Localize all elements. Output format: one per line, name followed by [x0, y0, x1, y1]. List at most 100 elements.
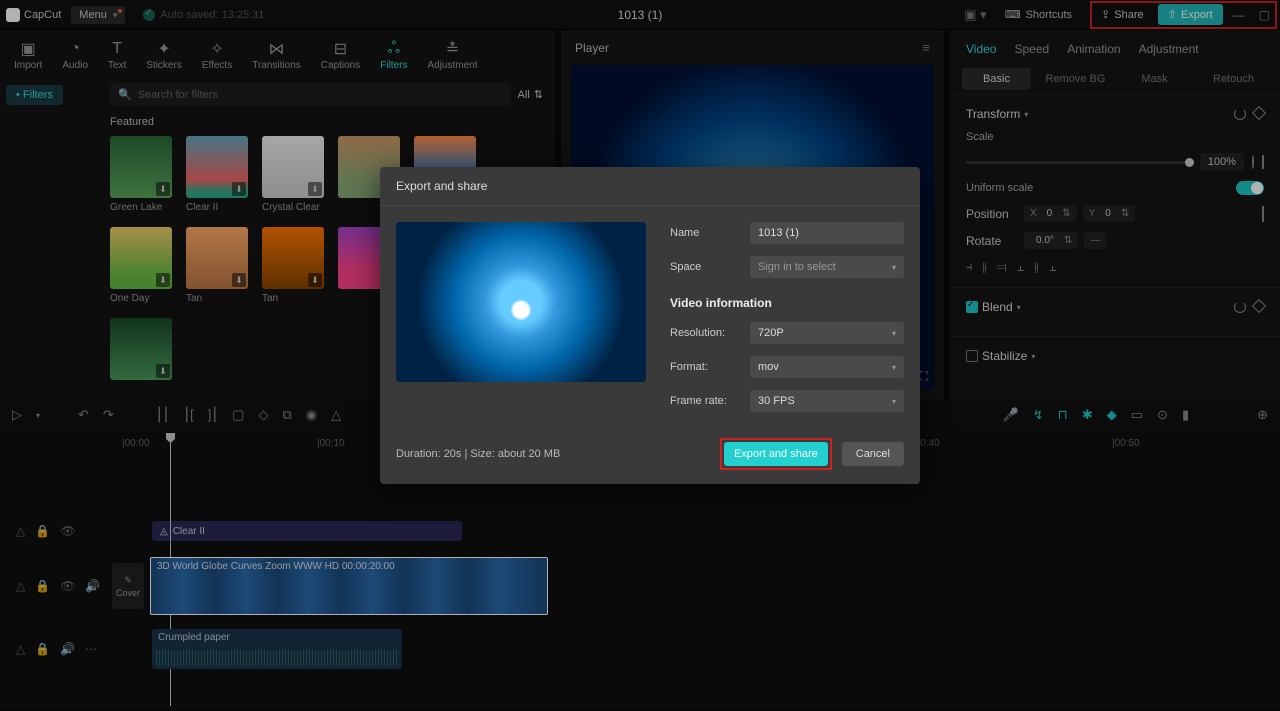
redo-icon[interactable]: ↷ [103, 407, 114, 423]
align-left-icon[interactable]: ⫞ [966, 259, 973, 275]
align-top-icon[interactable]: ⫠ [1017, 259, 1025, 275]
framerate-select[interactable]: 30 FPS▾ [750, 390, 904, 412]
mic-icon[interactable]: 🎤 [1003, 407, 1019, 423]
lock-icon[interactable]: 🔒 [35, 642, 50, 656]
export-button[interactable]: ⇧ Export [1158, 4, 1223, 25]
pointer-tool-icon[interactable]: ▷ [12, 407, 22, 423]
uniform-scale-toggle[interactable] [1236, 181, 1264, 195]
download-icon[interactable]: ⬇ [308, 182, 322, 196]
player-menu-icon[interactable]: ≡ [922, 40, 930, 55]
filter-thumb[interactable]: ⬇Clear II [186, 136, 248, 213]
subtab-removebg[interactable]: Remove BG [1041, 68, 1110, 90]
download-icon[interactable]: ⬇ [232, 273, 246, 287]
scale-slider[interactable] [966, 161, 1190, 164]
undo-icon[interactable]: ↶ [78, 407, 89, 423]
position-x-input[interactable]: X0⇅ [1024, 205, 1077, 222]
mask-icon[interactable]: ◇ [258, 407, 268, 423]
space-select[interactable]: Sign in to select▾ [750, 256, 904, 278]
magnet-icon[interactable]: ⊓ [1058, 407, 1068, 423]
tab-import[interactable]: ▣Import [4, 36, 52, 75]
link-icon[interactable]: ↯ [1033, 407, 1044, 423]
cancel-button[interactable]: Cancel [842, 442, 904, 466]
menu-button[interactable]: Menu [71, 6, 125, 24]
subtab-retouch[interactable]: Retouch [1199, 68, 1268, 90]
lock-icon[interactable]: 🔒 [35, 579, 50, 593]
tab-effects[interactable]: ✧Effects [192, 36, 242, 75]
settings-icon[interactable]: ⊙ [1157, 407, 1168, 423]
all-dropdown[interactable]: All ⇅ [518, 88, 543, 101]
reset-icon[interactable] [1252, 155, 1254, 169]
filter-thumb[interactable]: ⬇Green Lake [110, 136, 172, 213]
download-icon[interactable]: ⬇ [156, 273, 170, 287]
tab-captions[interactable]: ⊟Captions [311, 36, 370, 75]
filter-thumb[interactable]: ⬇One Day [110, 227, 172, 304]
tab-filters[interactable]: ஃFilters [370, 36, 417, 75]
mute-icon[interactable]: △ [16, 579, 25, 593]
align-right-icon[interactable]: ⫤ [997, 259, 1007, 275]
keyframe-icon[interactable] [1262, 155, 1264, 169]
volume-icon[interactable]: 🔊 [60, 642, 75, 656]
tab-adjustment[interactable]: ≛Adjustment [417, 36, 487, 75]
tab-video[interactable]: Video [966, 42, 996, 56]
maximize-icon[interactable]: ▢ [1255, 8, 1274, 22]
tab-stickers[interactable]: ✦Stickers [136, 36, 192, 75]
subtab-basic[interactable]: Basic [962, 68, 1031, 90]
name-input[interactable]: 1013 (1) [750, 222, 904, 244]
expand-icon[interactable]: ⛶ [920, 369, 928, 384]
scale-value[interactable]: 100% [1200, 153, 1244, 171]
crop-icon[interactable]: ▢ [232, 407, 244, 423]
keyframe-icon[interactable] [1262, 206, 1264, 222]
format-select[interactable]: mov▾ [750, 356, 904, 378]
collapse-icon[interactable]: ▮ [1182, 407, 1189, 423]
record-icon[interactable]: ◉ [306, 407, 317, 423]
share-button[interactable]: ⇪ Share [1093, 5, 1152, 24]
aspect-ratio-icon[interactable]: ▣ ▾ [964, 7, 986, 23]
track-icon[interactable]: ▭ [1131, 407, 1143, 423]
rotate-reset[interactable]: — [1084, 232, 1106, 249]
reset-icon[interactable] [1234, 301, 1246, 313]
cover-button[interactable]: ✎Cover [112, 563, 144, 609]
trim-left-icon[interactable]: ⎮[ [183, 407, 193, 423]
snap-icon[interactable]: ✱ [1082, 407, 1093, 423]
resolution-select[interactable]: 720P▾ [750, 322, 904, 344]
checkbox-icon[interactable] [966, 350, 978, 362]
filter-thumb[interactable]: ⬇ [110, 318, 172, 384]
keyframe-icon[interactable] [1252, 299, 1266, 313]
split-icon[interactable]: ⎮⎮ [156, 407, 170, 423]
more-icon[interactable]: ⋯ [85, 642, 97, 656]
tab-audio[interactable]: ◔Audio [52, 36, 98, 75]
warning-icon[interactable]: △ [331, 407, 341, 423]
tab-animation[interactable]: Animation [1067, 42, 1120, 56]
align-center-v-icon[interactable]: ⫲ [1034, 259, 1038, 275]
checkbox-icon[interactable] [966, 301, 978, 313]
minimize-icon[interactable]: — [1229, 8, 1249, 22]
position-y-input[interactable]: Y0⇅ [1083, 205, 1136, 222]
rotate-input[interactable]: 0.0°⇅ [1024, 232, 1078, 249]
tool-dropdown-icon[interactable]: ▾ [36, 411, 40, 420]
download-icon[interactable]: ⬇ [156, 182, 170, 196]
mute-icon[interactable]: △ [16, 642, 25, 656]
download-icon[interactable]: ⬇ [156, 364, 170, 378]
visible-icon[interactable]: 👁 [60, 579, 75, 593]
zoom-fit-icon[interactable]: ⊕ [1257, 407, 1268, 423]
tab-speed[interactable]: Speed [1014, 42, 1049, 56]
filter-thumb[interactable]: ⬇Tan [262, 227, 324, 304]
preview-icon[interactable]: ◆ [1107, 407, 1117, 423]
subtab-mask[interactable]: Mask [1120, 68, 1189, 90]
sidebar-item-filters[interactable]: • Filters [6, 85, 63, 105]
clip-audio[interactable]: Crumpled paper [152, 629, 402, 669]
filter-thumb[interactable]: ⬇Tan [186, 227, 248, 304]
keyframe-icon[interactable] [1252, 106, 1266, 120]
align-bottom-icon[interactable]: ⫠ [1049, 259, 1057, 275]
tab-transitions[interactable]: ⋈Transitions [242, 36, 311, 75]
download-icon[interactable]: ⬇ [232, 182, 246, 196]
visible-icon[interactable]: 👁 [60, 524, 75, 538]
export-and-share-button[interactable]: Export and share [724, 442, 828, 466]
download-icon[interactable]: ⬇ [308, 273, 322, 287]
tab-adjustment-right[interactable]: Adjustment [1139, 42, 1199, 56]
trim-right-icon[interactable]: ]⎮ [208, 407, 218, 423]
search-input[interactable]: 🔍 Search for filters [110, 83, 510, 106]
filter-thumb[interactable]: ⬇Crystal Clear [262, 136, 324, 213]
reset-icon[interactable] [1234, 108, 1246, 120]
clip-filter[interactable]: ◬Clear II [152, 521, 462, 541]
